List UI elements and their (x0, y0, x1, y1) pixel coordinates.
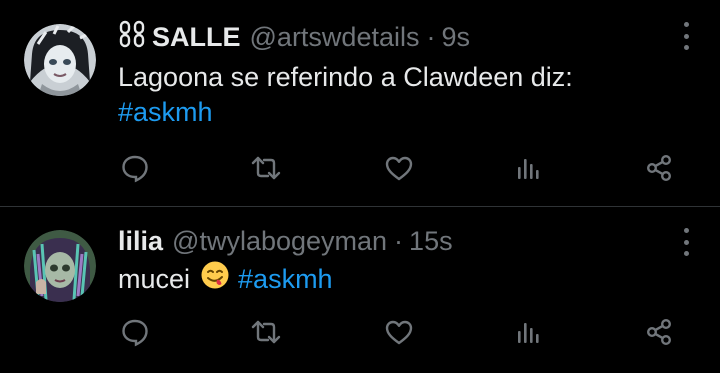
timestamp[interactable]: 9s (441, 22, 470, 53)
tweet-text-word: mucei (118, 264, 191, 294)
retweet-icon[interactable] (249, 315, 283, 349)
chain-link-icon (118, 20, 146, 55)
hashtag-link[interactable]: #askmh (118, 95, 573, 130)
tweet[interactable]: SALLE @artswdetails · 9s Lagoona se refe… (0, 0, 720, 206)
separator: · (394, 225, 404, 256)
avatar[interactable] (24, 24, 96, 96)
retweet-icon[interactable] (249, 151, 283, 185)
timestamp[interactable]: 15s (409, 226, 453, 257)
handle[interactable]: @twylabogeyman (172, 226, 387, 257)
display-name[interactable]: lilia (118, 226, 163, 257)
display-name-text: SALLE (152, 21, 241, 52)
tweet-header: lilia @twylabogeyman · 15s (118, 224, 453, 258)
tweet-text-line: Lagoona se referindo a Clawdeen diz: (118, 62, 573, 92)
hashtag-link[interactable]: #askmh (238, 262, 333, 297)
tweet-text: mucei #askmh (118, 260, 333, 299)
separator: · (426, 21, 436, 52)
action-bar (118, 151, 688, 185)
reply-icon[interactable] (118, 151, 152, 185)
like-icon[interactable] (382, 315, 416, 349)
display-name[interactable]: SALLE (118, 20, 241, 55)
views-icon[interactable] (512, 151, 546, 185)
tweet-header: SALLE @artswdetails · 9s (118, 20, 470, 54)
reply-icon[interactable] (118, 315, 152, 349)
tweet[interactable]: lilia @twylabogeyman · 15s mucei #askmh (0, 208, 720, 373)
action-bar (118, 315, 688, 349)
share-icon[interactable] (642, 315, 676, 349)
more-options-icon[interactable] (682, 228, 690, 256)
handle[interactable]: @artswdetails (250, 22, 420, 53)
views-icon[interactable] (512, 315, 546, 349)
tweet-text: Lagoona se referindo a Clawdeen diz: #as… (118, 60, 573, 130)
face-savoring-food-emoji (200, 260, 230, 299)
avatar[interactable] (24, 230, 96, 302)
like-icon[interactable] (382, 151, 416, 185)
more-options-icon[interactable] (682, 22, 690, 50)
share-icon[interactable] (642, 151, 676, 185)
tweet-divider (0, 206, 720, 207)
